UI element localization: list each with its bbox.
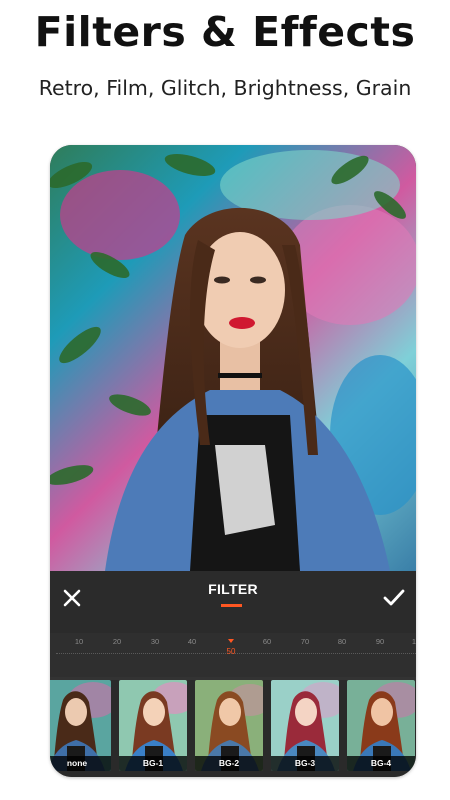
- slider-tick-label: 40: [187, 637, 197, 646]
- slider-current-value: 50: [226, 647, 236, 656]
- slider-tick-label: 60: [262, 637, 272, 646]
- filter-thumb-label: BG-1: [119, 756, 187, 771]
- page-title: Filters & Effects: [34, 8, 416, 56]
- intensity-slider[interactable]: 10 20 30 40 60 70 80 90 1 50: [50, 633, 416, 677]
- filter-thumbnail-strip: none BG-1 BG-2 BG-3 BG-4: [50, 680, 416, 777]
- slider-tick-label: 30: [150, 637, 160, 646]
- filter-thumb-label: BG-3: [271, 756, 339, 771]
- confirm-button[interactable]: [376, 583, 412, 617]
- photo-preview: [50, 145, 416, 571]
- slider-tick-label: 90: [375, 637, 385, 646]
- phone-screen: FILTER 10 20 30 40 60 70 80 90 1 50 none…: [50, 145, 416, 777]
- filter-panel-title: FILTER: [208, 581, 258, 597]
- page-subtitle: Retro, Film, Glitch, Brightness, Grain: [38, 76, 412, 100]
- slider-tick-label: 20: [112, 637, 122, 646]
- active-tab-indicator: [221, 604, 242, 607]
- editor-toolbar: FILTER: [50, 571, 416, 633]
- slider-tick-label: 80: [337, 637, 347, 646]
- filter-thumb-label: none: [50, 756, 111, 771]
- filter-thumb-label: BG-4: [347, 756, 415, 771]
- slider-tick-label: 70: [300, 637, 310, 646]
- filter-thumb-label: BG-2: [195, 756, 263, 771]
- filter-thumb-bg-2[interactable]: BG-2: [195, 680, 263, 771]
- filter-thumb-bg-3[interactable]: BG-3: [271, 680, 339, 771]
- slider-tick-label: 10: [74, 637, 84, 646]
- filter-thumb-bg-4[interactable]: BG-4: [347, 680, 415, 771]
- filter-thumb-none[interactable]: none: [50, 680, 111, 771]
- filter-thumb-bg-1[interactable]: BG-1: [119, 680, 187, 771]
- slider-tick-label: 1: [411, 637, 416, 646]
- filter-editor-panel: FILTER 10 20 30 40 60 70 80 90 1 50 none…: [50, 571, 416, 777]
- slider-pointer-icon[interactable]: [228, 639, 234, 643]
- check-icon: [383, 589, 405, 611]
